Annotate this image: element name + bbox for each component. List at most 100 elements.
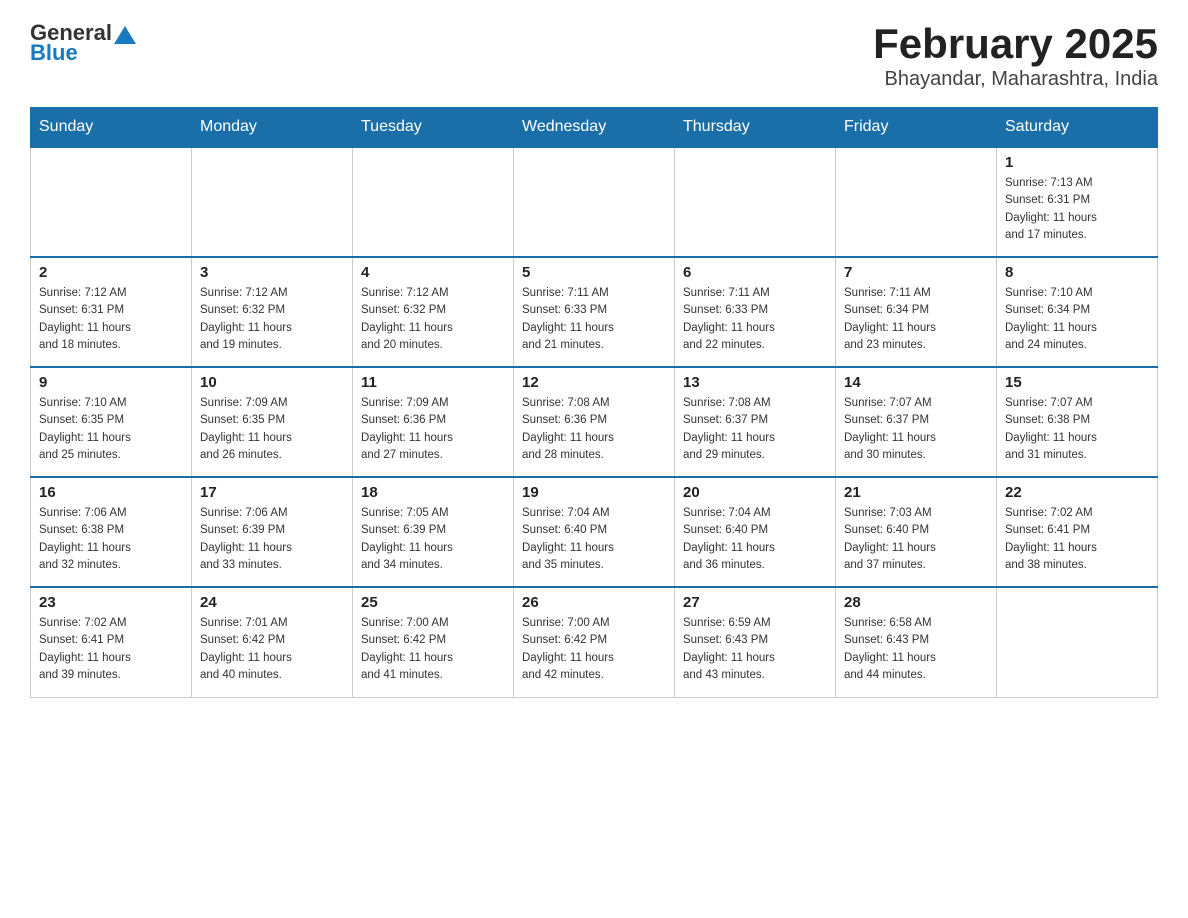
calendar-cell [514, 147, 675, 257]
calendar-cell: 3 Sunrise: 7:12 AMSunset: 6:32 PMDaylight… [192, 257, 353, 367]
calendar-cell [31, 147, 192, 257]
calendar-cell: 23Sunrise: 7:02 AMSunset: 6:41 PMDayligh… [31, 587, 192, 697]
day-info: Sunrise: 7:07 AMSunset: 6:37 PMDaylight:… [844, 395, 988, 464]
day-info: Sunrise: 7:10 AMSunset: 6:34 PMDaylight:… [1005, 285, 1149, 354]
calendar-cell: 7 Sunrise: 7:11 AMSunset: 6:34 PMDaylight… [836, 257, 997, 367]
day-info: Sunrise: 7:04 AMSunset: 6:40 PMDaylight:… [522, 505, 666, 574]
day-number: 21 [844, 484, 988, 501]
calendar-cell: 13Sunrise: 7:08 AMSunset: 6:37 PMDayligh… [675, 367, 836, 477]
calendar-header-friday: Friday [836, 108, 997, 148]
day-info: Sunrise: 7:06 AMSunset: 6:39 PMDaylight:… [200, 505, 344, 574]
calendar-header-row: SundayMondayTuesdayWednesdayThursdayFrid… [31, 108, 1158, 148]
week-row-3: 9 Sunrise: 7:10 AMSunset: 6:35 PMDaylight… [31, 367, 1158, 477]
page-title: February 2025 [873, 20, 1158, 68]
day-info: Sunrise: 7:11 AMSunset: 6:34 PMDaylight:… [844, 285, 988, 354]
calendar-cell [997, 587, 1158, 697]
day-info: Sunrise: 7:02 AMSunset: 6:41 PMDaylight:… [1005, 505, 1149, 574]
calendar-cell: 18 Sunrise: 7:05 AMSunset: 6:39 PMDayligh… [353, 477, 514, 587]
calendar-cell [353, 147, 514, 257]
day-info: Sunrise: 7:00 AMSunset: 6:42 PMDaylight:… [522, 615, 666, 684]
calendar-cell [192, 147, 353, 257]
day-number: 20 [683, 484, 827, 501]
day-info: Sunrise: 7:08 AMSunset: 6:36 PMDaylight:… [522, 395, 666, 464]
day-info: Sunrise: 6:58 AMSunset: 6:43 PMDaylight:… [844, 615, 988, 684]
day-info: Sunrise: 7:00 AMSunset: 6:42 PMDaylight:… [361, 615, 505, 684]
day-info: Sunrise: 7:03 AMSunset: 6:40 PMDaylight:… [844, 505, 988, 574]
calendar-cell [836, 147, 997, 257]
day-number: 2 [39, 264, 183, 281]
week-row-2: 2 Sunrise: 7:12 AMSunset: 6:31 PMDaylight… [31, 257, 1158, 367]
day-number: 24 [200, 594, 344, 611]
logo: General Blue [30, 20, 136, 66]
day-info: Sunrise: 7:01 AMSunset: 6:42 PMDaylight:… [200, 615, 344, 684]
day-info: Sunrise: 7:06 AMSunset: 6:38 PMDaylight:… [39, 505, 183, 574]
calendar-table: SundayMondayTuesdayWednesdayThursdayFrid… [30, 107, 1158, 698]
calendar-cell: 26Sunrise: 7:00 AMSunset: 6:42 PMDayligh… [514, 587, 675, 697]
calendar-cell: 5 Sunrise: 7:11 AMSunset: 6:33 PMDaylight… [514, 257, 675, 367]
calendar-header-saturday: Saturday [997, 108, 1158, 148]
calendar-header-tuesday: Tuesday [353, 108, 514, 148]
calendar-cell: 24 Sunrise: 7:01 AMSunset: 6:42 PMDayligh… [192, 587, 353, 697]
calendar-cell: 15 Sunrise: 7:07 AMSunset: 6:38 PMDayligh… [997, 367, 1158, 477]
day-number: 3 [200, 264, 344, 281]
week-row-1: 1 Sunrise: 7:13 AMSunset: 6:31 PMDaylight… [31, 147, 1158, 257]
week-row-4: 16 Sunrise: 7:06 AMSunset: 6:38 PMDayligh… [31, 477, 1158, 587]
day-number: 14 [844, 374, 988, 391]
calendar-cell: 17Sunrise: 7:06 AMSunset: 6:39 PMDayligh… [192, 477, 353, 587]
day-info: Sunrise: 7:12 AMSunset: 6:32 PMDaylight:… [200, 285, 344, 354]
calendar-cell: 22 Sunrise: 7:02 AMSunset: 6:41 PMDayligh… [997, 477, 1158, 587]
day-number: 10 [200, 374, 344, 391]
day-number: 19 [522, 484, 666, 501]
calendar-cell: 9 Sunrise: 7:10 AMSunset: 6:35 PMDaylight… [31, 367, 192, 477]
page-subtitle: Bhayandar, Maharashtra, India [873, 68, 1158, 91]
day-number: 18 [361, 484, 505, 501]
calendar-header-wednesday: Wednesday [514, 108, 675, 148]
day-number: 6 [683, 264, 827, 281]
calendar-cell: 8Sunrise: 7:10 AMSunset: 6:34 PMDaylight… [997, 257, 1158, 367]
day-number: 22 [1005, 484, 1149, 501]
day-number: 16 [39, 484, 183, 501]
calendar-cell: 10 Sunrise: 7:09 AMSunset: 6:35 PMDayligh… [192, 367, 353, 477]
calendar-header-sunday: Sunday [31, 108, 192, 148]
day-number: 25 [361, 594, 505, 611]
day-number: 1 [1005, 154, 1149, 171]
day-number: 9 [39, 374, 183, 391]
calendar-cell: 28 Sunrise: 6:58 AMSunset: 6:43 PMDayligh… [836, 587, 997, 697]
day-info: Sunrise: 7:09 AMSunset: 6:35 PMDaylight:… [200, 395, 344, 464]
calendar-cell: 27 Sunrise: 6:59 AMSunset: 6:43 PMDayligh… [675, 587, 836, 697]
calendar-cell: 2 Sunrise: 7:12 AMSunset: 6:31 PMDaylight… [31, 257, 192, 367]
calendar-cell: 19 Sunrise: 7:04 AMSunset: 6:40 PMDayligh… [514, 477, 675, 587]
day-info: Sunrise: 7:08 AMSunset: 6:37 PMDaylight:… [683, 395, 827, 464]
calendar-header-thursday: Thursday [675, 108, 836, 148]
day-number: 5 [522, 264, 666, 281]
day-number: 4 [361, 264, 505, 281]
day-info: Sunrise: 7:07 AMSunset: 6:38 PMDaylight:… [1005, 395, 1149, 464]
page-header: General Blue February 2025 Bhayandar, Ma… [30, 20, 1158, 91]
calendar-cell: 21 Sunrise: 7:03 AMSunset: 6:40 PMDayligh… [836, 477, 997, 587]
calendar-cell [675, 147, 836, 257]
day-number: 28 [844, 594, 988, 611]
calendar-cell: 4Sunrise: 7:12 AMSunset: 6:32 PMDaylight… [353, 257, 514, 367]
calendar-header-monday: Monday [192, 108, 353, 148]
day-number: 27 [683, 594, 827, 611]
calendar-cell: 1 Sunrise: 7:13 AMSunset: 6:31 PMDaylight… [997, 147, 1158, 257]
calendar-cell: 6 Sunrise: 7:11 AMSunset: 6:33 PMDaylight… [675, 257, 836, 367]
day-number: 15 [1005, 374, 1149, 391]
day-info: Sunrise: 7:13 AMSunset: 6:31 PMDaylight:… [1005, 175, 1149, 244]
day-info: Sunrise: 7:11 AMSunset: 6:33 PMDaylight:… [522, 285, 666, 354]
week-row-5: 23Sunrise: 7:02 AMSunset: 6:41 PMDayligh… [31, 587, 1158, 697]
logo-text-blue: Blue [30, 40, 78, 66]
title-block: February 2025 Bhayandar, Maharashtra, In… [873, 20, 1158, 91]
calendar-cell: 25 Sunrise: 7:00 AMSunset: 6:42 PMDayligh… [353, 587, 514, 697]
day-info: Sunrise: 7:11 AMSunset: 6:33 PMDaylight:… [683, 285, 827, 354]
calendar-cell: 11Sunrise: 7:09 AMSunset: 6:36 PMDayligh… [353, 367, 514, 477]
day-info: Sunrise: 7:04 AMSunset: 6:40 PMDaylight:… [683, 505, 827, 574]
day-info: Sunrise: 7:12 AMSunset: 6:31 PMDaylight:… [39, 285, 183, 354]
calendar-cell: 14 Sunrise: 7:07 AMSunset: 6:37 PMDayligh… [836, 367, 997, 477]
logo-arrow-icon [114, 22, 136, 44]
day-info: Sunrise: 7:10 AMSunset: 6:35 PMDaylight:… [39, 395, 183, 464]
day-number: 7 [844, 264, 988, 281]
day-info: Sunrise: 7:05 AMSunset: 6:39 PMDaylight:… [361, 505, 505, 574]
day-info: Sunrise: 6:59 AMSunset: 6:43 PMDaylight:… [683, 615, 827, 684]
calendar-cell: 12Sunrise: 7:08 AMSunset: 6:36 PMDayligh… [514, 367, 675, 477]
